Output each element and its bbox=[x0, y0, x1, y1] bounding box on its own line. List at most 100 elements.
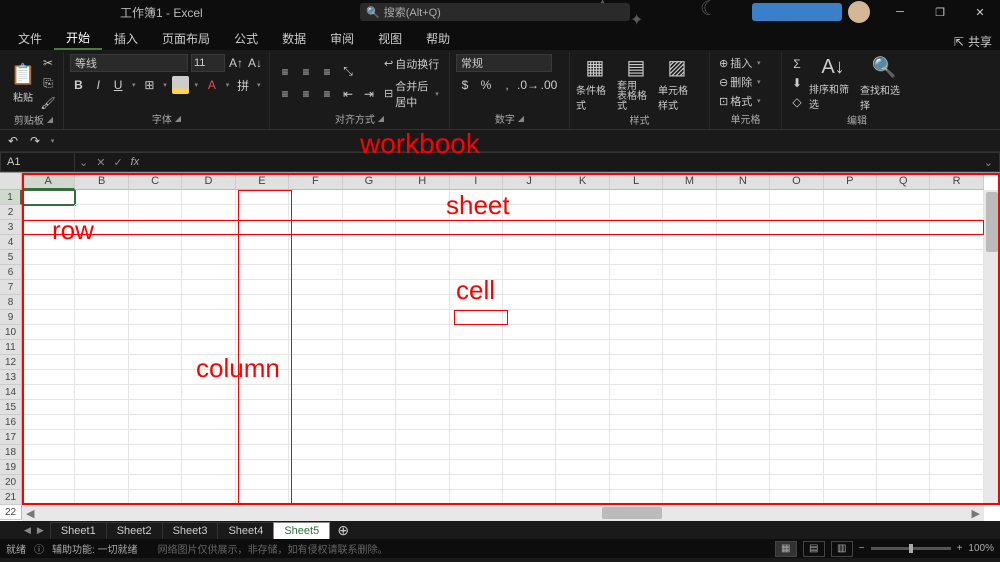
cell[interactable] bbox=[236, 265, 289, 280]
cell[interactable] bbox=[396, 430, 449, 445]
avatar[interactable] bbox=[848, 1, 870, 23]
cell[interactable] bbox=[75, 490, 128, 505]
format-as-table-button[interactable]: ▤套用 表格格式 bbox=[617, 54, 655, 112]
cell[interactable] bbox=[289, 235, 342, 250]
cell[interactable] bbox=[503, 415, 556, 430]
cell[interactable] bbox=[610, 460, 663, 475]
cell[interactable] bbox=[129, 205, 182, 220]
cell[interactable] bbox=[556, 430, 609, 445]
row-header[interactable]: 2 bbox=[0, 205, 22, 220]
cell[interactable] bbox=[556, 235, 609, 250]
cell[interactable] bbox=[22, 340, 75, 355]
cell[interactable] bbox=[824, 235, 877, 250]
cell[interactable] bbox=[289, 310, 342, 325]
cell[interactable] bbox=[450, 445, 503, 460]
cell[interactable] bbox=[877, 340, 930, 355]
cell[interactable] bbox=[182, 205, 235, 220]
cell[interactable] bbox=[396, 235, 449, 250]
cell[interactable] bbox=[236, 430, 289, 445]
tab-data[interactable]: 数据 bbox=[270, 26, 318, 50]
cell[interactable] bbox=[503, 430, 556, 445]
cell[interactable] bbox=[610, 250, 663, 265]
cell[interactable] bbox=[770, 355, 823, 370]
cell[interactable] bbox=[556, 265, 609, 280]
cell[interactable] bbox=[22, 460, 75, 475]
insert-function-button[interactable]: fx bbox=[131, 156, 140, 169]
cell[interactable] bbox=[930, 310, 983, 325]
cell[interactable] bbox=[396, 355, 449, 370]
sort-filter-button[interactable]: A↓排序和筛选 bbox=[809, 54, 857, 112]
zoom-out-button[interactable]: − bbox=[859, 543, 865, 554]
cell[interactable] bbox=[450, 430, 503, 445]
cell[interactable] bbox=[877, 265, 930, 280]
increase-decimal-button[interactable]: .0→ bbox=[519, 76, 537, 94]
cell[interactable] bbox=[450, 310, 503, 325]
row-header[interactable]: 3 bbox=[0, 220, 22, 235]
sheet-tab[interactable]: Sheet4 bbox=[217, 522, 274, 539]
increase-indent-button[interactable]: ⇥ bbox=[360, 85, 378, 103]
cell[interactable] bbox=[503, 190, 556, 205]
cell[interactable] bbox=[75, 310, 128, 325]
cell[interactable] bbox=[343, 400, 396, 415]
cell[interactable] bbox=[663, 250, 716, 265]
zoom-thumb[interactable] bbox=[909, 544, 913, 553]
cell[interactable] bbox=[717, 385, 770, 400]
cell[interactable] bbox=[75, 190, 128, 205]
cell[interactable] bbox=[663, 490, 716, 505]
column-header[interactable]: A bbox=[22, 173, 75, 190]
cell[interactable] bbox=[877, 370, 930, 385]
cell[interactable] bbox=[877, 445, 930, 460]
cell[interactable] bbox=[824, 445, 877, 460]
align-left-button[interactable]: ≡ bbox=[276, 85, 294, 103]
cell[interactable] bbox=[503, 235, 556, 250]
cell[interactable] bbox=[717, 370, 770, 385]
cell[interactable] bbox=[824, 220, 877, 235]
cell[interactable] bbox=[129, 325, 182, 340]
delete-cells-button[interactable]: ⊖删除▾ bbox=[716, 73, 775, 91]
cell[interactable] bbox=[610, 430, 663, 445]
align-right-button[interactable]: ≡ bbox=[318, 85, 336, 103]
cell[interactable] bbox=[930, 355, 983, 370]
cell[interactable] bbox=[770, 430, 823, 445]
cell[interactable] bbox=[289, 430, 342, 445]
cell[interactable] bbox=[182, 250, 235, 265]
decrease-font-button[interactable]: A↓ bbox=[247, 54, 263, 72]
cell[interactable] bbox=[770, 370, 823, 385]
cell[interactable] bbox=[236, 385, 289, 400]
row-header[interactable]: 17 bbox=[0, 430, 22, 445]
row-header[interactable]: 10 bbox=[0, 325, 22, 340]
cell[interactable] bbox=[129, 310, 182, 325]
column-header[interactable]: J bbox=[503, 173, 556, 190]
cancel-formula-button[interactable]: ✕ bbox=[96, 156, 105, 169]
cell[interactable] bbox=[75, 370, 128, 385]
cell[interactable] bbox=[770, 475, 823, 490]
cell[interactable] bbox=[129, 250, 182, 265]
clipboard-launcher[interactable]: ◢ bbox=[47, 115, 53, 124]
cell[interactable] bbox=[877, 490, 930, 505]
cell[interactable] bbox=[877, 235, 930, 250]
cell[interactable] bbox=[717, 220, 770, 235]
cell[interactable] bbox=[556, 295, 609, 310]
cell[interactable] bbox=[770, 295, 823, 310]
cell[interactable] bbox=[663, 400, 716, 415]
cell[interactable] bbox=[610, 295, 663, 310]
cell[interactable] bbox=[450, 385, 503, 400]
row-header[interactable]: 18 bbox=[0, 445, 22, 460]
underline-button[interactable]: U bbox=[110, 76, 127, 94]
font-name-select[interactable] bbox=[70, 54, 188, 72]
cell[interactable] bbox=[556, 280, 609, 295]
cell[interactable] bbox=[930, 340, 983, 355]
cell[interactable] bbox=[663, 460, 716, 475]
cell[interactable] bbox=[663, 340, 716, 355]
tab-formulas[interactable]: 公式 bbox=[222, 26, 270, 50]
column-header[interactable]: H bbox=[396, 173, 449, 190]
cell[interactable] bbox=[610, 280, 663, 295]
cell[interactable] bbox=[236, 235, 289, 250]
cell[interactable] bbox=[824, 430, 877, 445]
cell[interactable] bbox=[717, 205, 770, 220]
cell[interactable] bbox=[396, 220, 449, 235]
italic-button[interactable]: I bbox=[90, 76, 107, 94]
cell[interactable] bbox=[129, 295, 182, 310]
cell[interactable] bbox=[770, 460, 823, 475]
row-header[interactable]: 7 bbox=[0, 280, 22, 295]
